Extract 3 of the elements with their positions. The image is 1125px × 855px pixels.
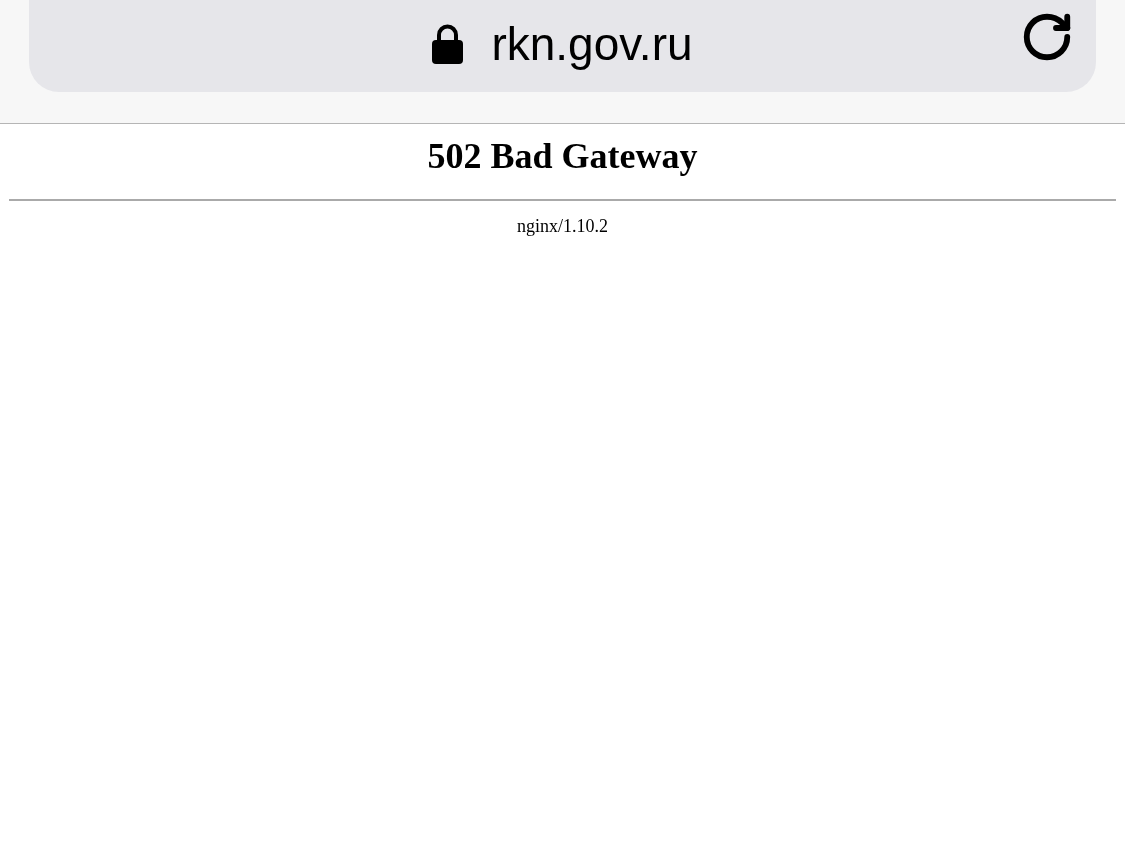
error-heading: 502 Bad Gateway bbox=[426, 136, 699, 176]
server-version: nginx/1.10.2 bbox=[516, 215, 609, 238]
address-bar[interactable]: rkn.gov.ru bbox=[29, 0, 1096, 92]
